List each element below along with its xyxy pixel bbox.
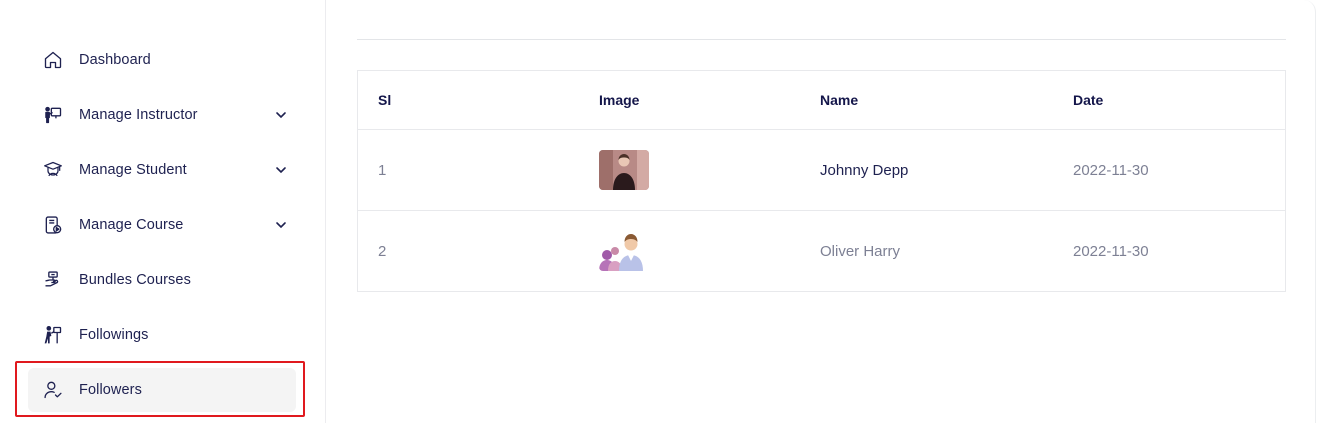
- table-header: Sl Image Name Date: [358, 71, 1285, 130]
- table-row: 2 Oliver Harry 2022-11-30: [358, 211, 1285, 291]
- row-sl: 2: [378, 242, 387, 260]
- course-icon: [42, 214, 64, 236]
- sidebar: Dashboard Manage Instructor Manage Stude…: [0, 0, 326, 423]
- sidebar-item-label: Followers: [79, 382, 142, 398]
- followers-table: Sl Image Name Date 1 Johnny Depp 2022-11…: [357, 70, 1286, 292]
- avatar: [599, 150, 649, 190]
- divider: [357, 39, 1286, 40]
- sidebar-item-label: Manage Instructor: [79, 107, 198, 123]
- chevron-down-icon[interactable]: [274, 108, 288, 122]
- sidebar-item-label: Manage Course: [79, 217, 184, 233]
- sidebar-item-followings[interactable]: Followings: [28, 313, 296, 357]
- row-name: Oliver Harry: [820, 242, 901, 260]
- row-date: 2022-11-30: [1073, 161, 1149, 179]
- column-header-sl: Sl: [378, 92, 392, 108]
- sidebar-item-label: Manage Student: [79, 162, 187, 178]
- followers-icon: [42, 379, 64, 401]
- column-header-name: Name: [820, 92, 859, 108]
- student-icon: [42, 159, 64, 181]
- column-header-date: Date: [1073, 92, 1104, 108]
- sidebar-item-bundles-courses[interactable]: Bundles Courses: [28, 258, 296, 302]
- column-header-image: Image: [599, 92, 640, 108]
- table-row: 1 Johnny Depp 2022-11-30: [358, 130, 1285, 211]
- row-name: Johnny Depp: [820, 161, 909, 179]
- sidebar-item-manage-instructor[interactable]: Manage Instructor: [28, 93, 296, 137]
- sidebar-item-label: Bundles Courses: [79, 272, 191, 288]
- sidebar-item-label: Dashboard: [79, 52, 151, 68]
- sidebar-item-label: Followings: [79, 327, 149, 343]
- avatar: [599, 231, 649, 271]
- home-icon: [42, 49, 64, 71]
- chevron-down-icon[interactable]: [274, 218, 288, 232]
- row-sl: 1: [378, 161, 387, 179]
- app-root: Dashboard Manage Instructor Manage Stude…: [0, 0, 1322, 423]
- sidebar-item-manage-course[interactable]: Manage Course: [28, 203, 296, 247]
- followings-icon: [42, 324, 64, 346]
- bundle-icon: [42, 269, 64, 291]
- sidebar-item-manage-student[interactable]: Manage Student: [28, 148, 296, 192]
- sidebar-item-dashboard[interactable]: Dashboard: [28, 38, 296, 82]
- instructor-icon: [42, 104, 64, 126]
- chevron-down-icon[interactable]: [274, 163, 288, 177]
- sidebar-item-followers[interactable]: Followers: [28, 368, 296, 412]
- main-content: Sl Image Name Date 1 Johnny Depp 2022-11…: [327, 0, 1316, 423]
- row-date: 2022-11-30: [1073, 242, 1149, 260]
